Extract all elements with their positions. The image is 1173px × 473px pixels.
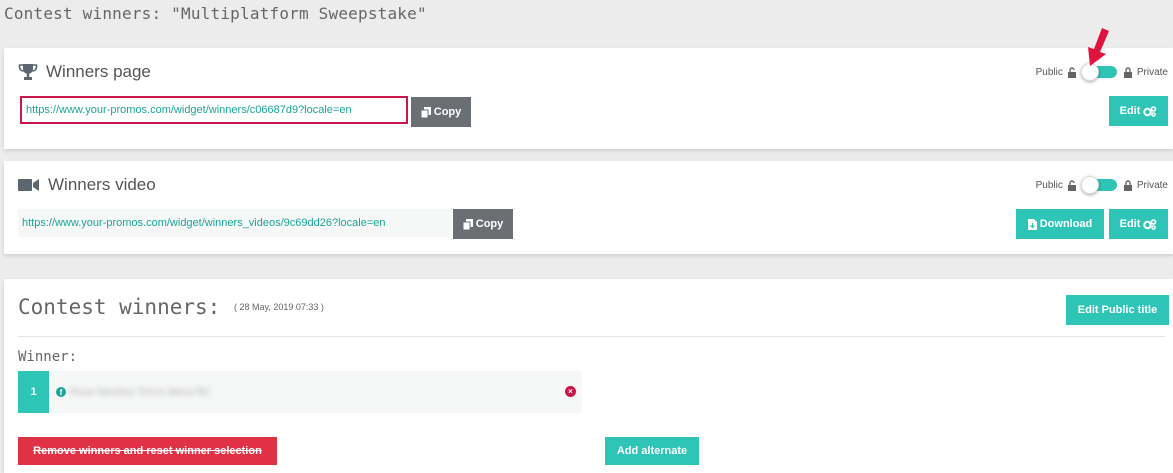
copy-label: Copy bbox=[433, 106, 462, 118]
winner-rank: 1 bbox=[18, 371, 49, 413]
edit-label: Edit bbox=[1119, 105, 1141, 117]
contest-winners-title: Contest winners: bbox=[18, 295, 221, 319]
winners-video-url[interactable]: https://www.your-promos.com/widget/winne… bbox=[18, 209, 452, 237]
winners-page-header: Winners page bbox=[18, 62, 151, 82]
winners-video-card: Winners video Public Private https://www… bbox=[4, 161, 1173, 254]
download-video-button[interactable]: Download bbox=[1016, 209, 1104, 239]
download-label: Download bbox=[1039, 218, 1093, 230]
contest-winners-date: ( 28 May, 2019 07:33 ) bbox=[234, 302, 324, 312]
copy-winners-video-url-button[interactable]: Copy bbox=[453, 209, 513, 239]
visibility-toggle[interactable] bbox=[1080, 176, 1117, 194]
toggle-knob[interactable] bbox=[1080, 176, 1099, 194]
unlock-icon bbox=[1067, 66, 1077, 78]
remove-winner-icon[interactable]: × bbox=[565, 386, 576, 397]
remove-winners-button[interactable]: Remove winners and reset winner selectio… bbox=[18, 437, 277, 465]
winner-name: Rosa Sánchez Torres Mena RC bbox=[70, 386, 211, 398]
copy-icon bbox=[420, 106, 431, 118]
winners-page-card: Winners page Public Private https://www.… bbox=[4, 48, 1173, 149]
copy-label: Copy bbox=[475, 218, 504, 230]
red-arrow-icon bbox=[1082, 26, 1114, 73]
edit-winners-video-button[interactable]: Edit bbox=[1109, 209, 1168, 239]
winners-page-url[interactable]: https://www.your-promos.com/widget/winne… bbox=[20, 96, 408, 124]
add-alternate-button[interactable]: Add alternate bbox=[605, 437, 699, 465]
trophy-icon bbox=[18, 63, 38, 81]
winner-label: Winner: bbox=[18, 349, 78, 365]
public-label: Public bbox=[1035, 66, 1063, 78]
lock-icon bbox=[1123, 179, 1133, 191]
video-camera-icon bbox=[18, 178, 40, 192]
facebook-icon: f bbox=[56, 387, 66, 397]
gears-icon bbox=[1143, 105, 1157, 117]
winners-page-title: Winners page bbox=[46, 62, 151, 81]
winners-video-title: Winners video bbox=[48, 175, 156, 194]
winners-video-header: Winners video bbox=[18, 175, 156, 195]
private-label: Private bbox=[1136, 179, 1168, 191]
contest-winners-card: Contest winners: ( 28 May, 2019 07:33 ) … bbox=[4, 279, 1173, 473]
winner-row: 1 f Rosa Sánchez Torres Mena RC × bbox=[18, 371, 582, 413]
copy-icon bbox=[462, 218, 473, 230]
copy-winners-page-url-button[interactable]: Copy bbox=[411, 97, 471, 127]
private-label: Private bbox=[1136, 66, 1168, 78]
gears-icon bbox=[1143, 218, 1157, 230]
page-title: Contest winners: "Multiplatform Sweepsta… bbox=[4, 4, 427, 23]
edit-label: Edit bbox=[1119, 218, 1141, 230]
lock-icon bbox=[1123, 66, 1133, 78]
divider bbox=[18, 336, 1165, 337]
unlock-icon bbox=[1067, 179, 1077, 191]
public-label: Public bbox=[1035, 179, 1063, 191]
file-download-icon bbox=[1027, 218, 1037, 230]
edit-winners-page-button[interactable]: Edit bbox=[1109, 96, 1168, 126]
edit-public-title-button[interactable]: Edit Public title bbox=[1066, 295, 1169, 325]
visibility-switch-winners-video: Public Private bbox=[1035, 176, 1168, 194]
